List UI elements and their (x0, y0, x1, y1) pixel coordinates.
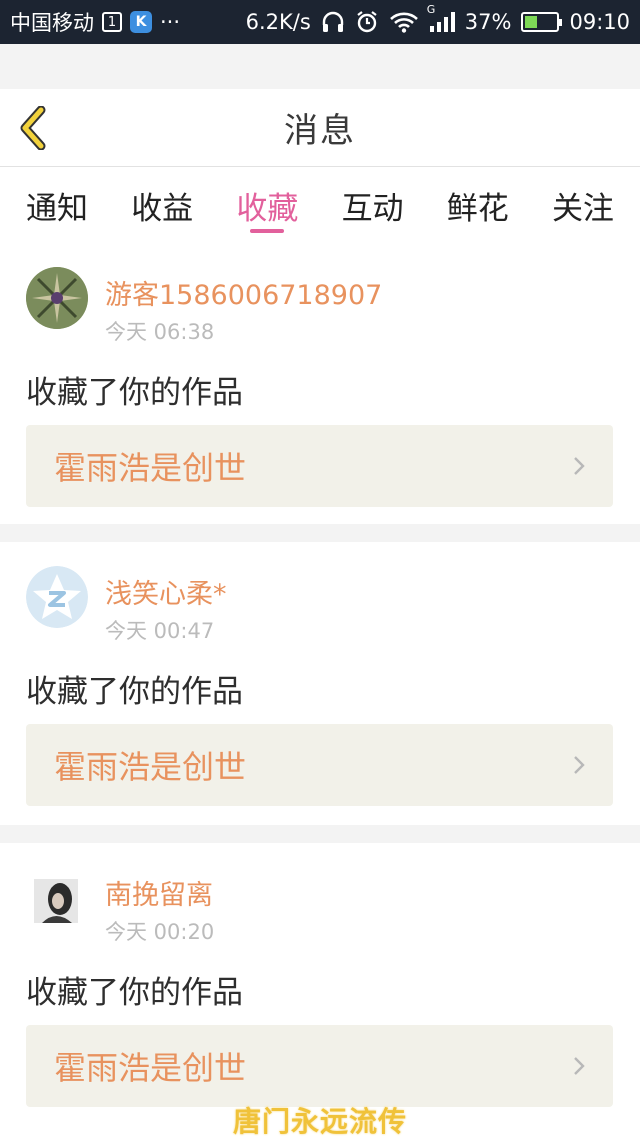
app-notification-icon: K (130, 11, 152, 33)
username[interactable]: 游客1586006718907 (105, 273, 382, 312)
avatar[interactable] (26, 566, 88, 628)
carrier-name: 中国移动 (10, 11, 94, 35)
work-link[interactable]: 霍雨浩是创世 (26, 1025, 613, 1107)
network-speed: 6.2K/s (245, 10, 311, 34)
chevron-right-icon (574, 756, 585, 774)
avatar[interactable] (26, 267, 88, 329)
work-title: 霍雨浩是创世 (54, 1049, 247, 1087)
username[interactable]: 南挽留离 (105, 873, 213, 912)
avatar[interactable] (34, 879, 78, 923)
battery-icon (521, 12, 563, 32)
alarm-clock-icon (355, 10, 379, 34)
work-title: 霍雨浩是创世 (54, 748, 247, 786)
tab-bar: 通知 收益 收藏 互动 鲜花 关注 (0, 167, 640, 243)
tab-notifications[interactable]: 通知 (20, 167, 94, 243)
action-text: 收藏了你的作品 (26, 975, 243, 1011)
username[interactable]: 浅笑心柔* (105, 572, 227, 611)
wifi-icon (389, 11, 419, 33)
header-bar: 消息 (0, 89, 640, 167)
status-bar: 中国移动 1 K ··· 6.2K/s G 37% 09:10 (0, 0, 640, 44)
action-text: 收藏了你的作品 (26, 674, 243, 710)
timestamp: 今天 00:47 (105, 619, 215, 643)
tab-favorites[interactable]: 收藏 (230, 167, 304, 243)
watermark-text: 唐门永远流传 (232, 1105, 407, 1138)
message-list: 游客1586006718907 今天 06:38 收藏了你的作品 霍雨浩是创世 … (0, 243, 640, 1138)
chevron-left-icon (20, 106, 46, 150)
timestamp: 今天 00:20 (105, 920, 215, 944)
more-notifications-icon: ··· (160, 10, 181, 34)
message-card: 游客1586006718907 今天 06:38 收藏了你的作品 霍雨浩是创世 (0, 243, 640, 524)
tab-flowers[interactable]: 鲜花 (441, 167, 515, 243)
work-title: 霍雨浩是创世 (54, 449, 247, 487)
page-title: 消息 (284, 111, 356, 151)
message-card: 浅笑心柔* 今天 00:47 收藏了你的作品 霍雨浩是创世 (0, 542, 640, 825)
work-link[interactable]: 霍雨浩是创世 (26, 425, 613, 507)
sim-card-icon: 1 (102, 12, 122, 32)
cellular-signal-icon: G (427, 3, 455, 33)
top-spacer (0, 44, 640, 89)
timestamp: 今天 06:38 (105, 320, 215, 344)
tab-interactions[interactable]: 互动 (336, 167, 410, 243)
tab-earnings[interactable]: 收益 (125, 167, 199, 243)
battery-percent: 37% (464, 10, 512, 34)
chevron-right-icon (574, 457, 585, 475)
action-text: 收藏了你的作品 (26, 375, 243, 411)
clock-time: 09:10 (569, 10, 630, 34)
work-link[interactable]: 霍雨浩是创世 (26, 724, 613, 806)
message-card: 南挽留离 今天 00:20 收藏了你的作品 霍雨浩是创世 (0, 843, 640, 1138)
network-type-label: G (426, 3, 436, 16)
back-button[interactable] (14, 105, 54, 151)
chevron-right-icon (574, 1057, 585, 1075)
headphones-icon (321, 11, 345, 33)
tab-follows[interactable]: 关注 (546, 167, 620, 243)
